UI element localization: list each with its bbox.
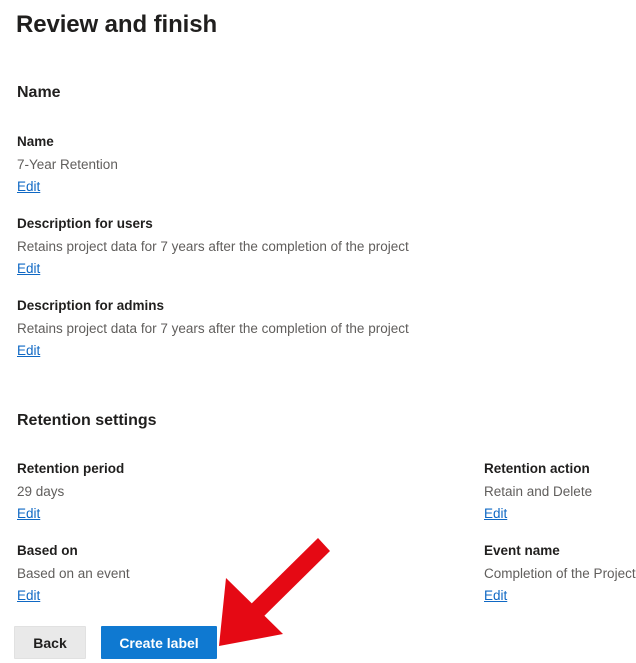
- field-name: Name 7-Year Retention Edit: [17, 133, 118, 196]
- field-based-on: Based on Based on an event Edit: [17, 542, 130, 605]
- field-value-based-on: Based on an event: [17, 566, 130, 581]
- arrow-icon: [219, 538, 330, 646]
- edit-link-retention-action[interactable]: Edit: [484, 505, 507, 523]
- page-title: Review and finish: [16, 11, 218, 38]
- field-label-name: Name: [17, 134, 54, 149]
- field-value-description-for-admins: Retains project data for 7 years after t…: [17, 321, 409, 336]
- field-value-retention-period: 29 days: [17, 484, 65, 499]
- field-value-name: 7-Year Retention: [17, 157, 118, 172]
- field-value-description-for-users: Retains project data for 7 years after t…: [17, 239, 409, 254]
- edit-link-name[interactable]: Edit: [17, 178, 40, 196]
- back-button[interactable]: Back: [14, 626, 86, 659]
- field-label-based-on: Based on: [17, 543, 78, 558]
- create-label-button[interactable]: Create label: [101, 626, 217, 659]
- field-event-name: Event name Completion of the Project Edi…: [484, 542, 636, 605]
- edit-link-event-name[interactable]: Edit: [484, 587, 507, 605]
- field-value-retention-action: Retain and Delete: [484, 484, 593, 499]
- field-label-description-for-admins: Description for admins: [17, 298, 165, 313]
- field-description-for-admins: Description for admins Retains project d…: [17, 297, 409, 360]
- edit-link-based-on[interactable]: Edit: [17, 587, 40, 605]
- field-label-retention-action: Retention action: [484, 461, 590, 476]
- field-label-description-for-users: Description for users: [17, 216, 153, 231]
- field-retention-period: Retention period 29 days Edit: [17, 460, 124, 523]
- edit-link-retention-period[interactable]: Edit: [17, 505, 40, 523]
- section-heading-name: Name: [17, 84, 61, 101]
- field-description-for-users: Description for users Retains project da…: [17, 215, 409, 278]
- field-label-retention-period: Retention period: [17, 461, 125, 476]
- edit-link-description-for-admins[interactable]: Edit: [17, 342, 40, 360]
- review-and-finish-page: Review and finish Name Name 7-Year Reten…: [0, 0, 636, 663]
- edit-link-description-for-users[interactable]: Edit: [17, 260, 40, 278]
- field-retention-action: Retention action Retain and Delete Edit: [484, 460, 592, 523]
- section-heading-retention-settings: Retention settings: [17, 412, 157, 429]
- field-label-event-name: Event name: [484, 543, 560, 558]
- field-value-event-name: Completion of the Project: [484, 566, 636, 581]
